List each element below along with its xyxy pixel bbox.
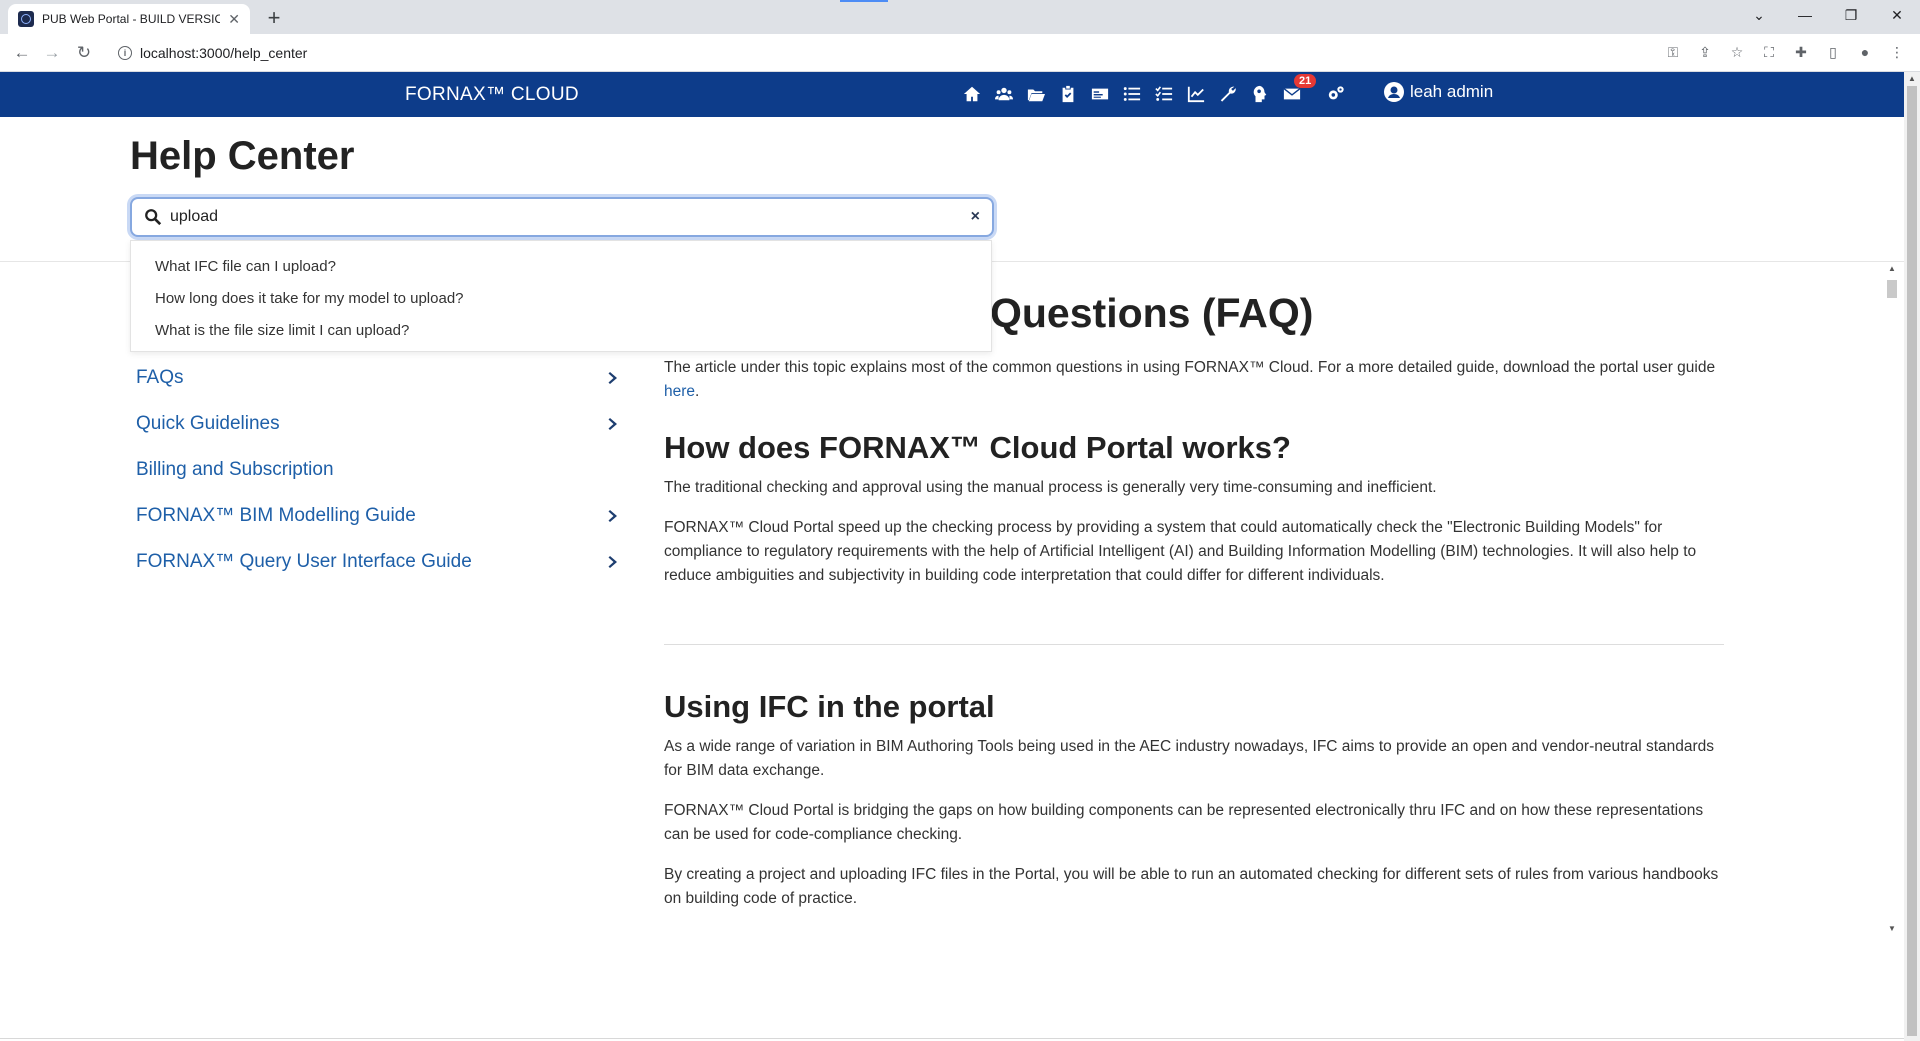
intro-end: . <box>695 383 700 400</box>
forward-icon[interactable]: → <box>40 41 64 65</box>
address-bar[interactable]: i localhost:3000/help_center <box>110 39 1690 67</box>
nav-item-label[interactable]: FORNAX™ Query User Interface Guide <box>136 551 472 573</box>
chevron-right-icon[interactable] <box>608 415 622 430</box>
clipboard-check-icon[interactable] <box>1052 80 1084 108</box>
section-paragraph: FORNAX™ Cloud Portal speed up the checki… <box>664 519 1697 584</box>
user-name[interactable]: leah admin <box>1410 82 1493 102</box>
reload-icon[interactable]: ↻ <box>72 41 96 65</box>
nav-item-label[interactable]: FORNAX™ BIM Modelling Guide <box>136 505 416 527</box>
new-tab-button[interactable]: + <box>260 4 288 32</box>
search-box[interactable]: × <box>130 197 994 237</box>
back-icon[interactable]: ← <box>10 41 34 65</box>
section-paragraph: By creating a project and uploading IFC … <box>664 866 1719 907</box>
id-card-icon[interactable] <box>1084 80 1116 108</box>
screenshot-icon[interactable]: ⛶ <box>1760 43 1778 61</box>
site-info-icon[interactable]: i <box>118 46 132 60</box>
wrench-icon[interactable] <box>1212 80 1244 108</box>
user-circle-icon <box>1384 82 1404 102</box>
settings-cogs-icon[interactable] <box>1320 80 1352 108</box>
tab-search-icon[interactable]: ⌄ <box>1736 0 1782 30</box>
user-guide-link[interactable]: here <box>664 383 695 400</box>
scroll-down-icon[interactable]: ▼ <box>1888 924 1896 933</box>
brand-title[interactable]: FORNAX™ CLOUD <box>405 84 579 106</box>
tab-title: PUB Web Portal - BUILD VERSION <box>42 12 220 26</box>
article-content: Questions (FAQ) The article under this t… <box>664 290 1724 911</box>
clear-search-icon[interactable]: × <box>971 208 980 226</box>
restore-icon[interactable]: ❐ <box>1828 0 1874 30</box>
notification-badge[interactable]: 21 <box>1294 74 1317 88</box>
chart-line-icon[interactable] <box>1180 80 1212 108</box>
user-menu[interactable]: leah admin <box>1384 82 1493 102</box>
nav-item-label[interactable]: FAQs <box>136 367 184 389</box>
section-paragraph: FORNAX™ Cloud Portal is bridging the gap… <box>664 802 1704 843</box>
close-window-icon[interactable]: ✕ <box>1874 0 1920 30</box>
search-icon <box>144 208 162 226</box>
suggestion-item[interactable]: How long does it take for my model to up… <box>131 282 991 314</box>
extensions-icon[interactable]: ✚ <box>1792 43 1810 61</box>
section-divider <box>664 644 1724 645</box>
nav-item-label[interactable]: Billing and Subscription <box>136 459 334 481</box>
browser-menu-icon[interactable]: ⋮ <box>1888 43 1906 61</box>
footer-divider <box>0 1038 1904 1039</box>
content-scrollbar[interactable]: ▲ ▼ <box>1886 264 1898 940</box>
side-panel-icon[interactable]: ▯ <box>1824 43 1842 61</box>
article-heading: Questions (FAQ) <box>990 290 1314 336</box>
chevron-right-icon[interactable] <box>608 507 622 522</box>
suggestion-item[interactable]: What IFC file can I upload? <box>131 250 991 282</box>
help-topics-nav: FAQs Quick Guidelines Billing and Subscr… <box>130 355 630 585</box>
nav-item-quick-guidelines[interactable]: Quick Guidelines <box>130 401 630 447</box>
page-scrollbar[interactable]: ▲ <box>1904 72 1920 1041</box>
tab-strip-accent <box>840 0 888 2</box>
chevron-right-icon[interactable] <box>608 553 622 568</box>
page-title: Help Center <box>130 134 355 178</box>
section-paragraph: The traditional checking and approval us… <box>664 479 1437 496</box>
nav-item-bim-modelling-guide[interactable]: FORNAX™ BIM Modelling Guide <box>130 493 630 539</box>
scroll-up-icon[interactable]: ▲ <box>1908 74 1916 83</box>
intro-paragraph: The article under this topic explains mo… <box>664 356 1724 404</box>
section-title: Using IFC in the portal <box>664 689 995 724</box>
browser-tab[interactable]: PUB Web Portal - BUILD VERSION ✕ <box>8 4 250 34</box>
search-input[interactable] <box>170 208 950 226</box>
page-scroll-thumb[interactable] <box>1907 86 1917 1036</box>
intro-text: The article under this topic explains mo… <box>664 359 1716 376</box>
users-icon[interactable] <box>988 80 1020 108</box>
section-paragraph: As a wide range of variation in BIM Auth… <box>664 738 1715 779</box>
app-header: FORNAX™ CLOUD 21 leah admin <box>0 72 1904 117</box>
section-title: How does FORNAX™ Cloud Portal works? <box>664 430 1291 465</box>
content-scroll-thumb[interactable] <box>1887 280 1897 298</box>
checklist-icon[interactable] <box>1148 80 1180 108</box>
tab-close-icon[interactable]: ✕ <box>228 11 240 28</box>
home-icon[interactable] <box>956 80 988 108</box>
app-favicon-icon <box>18 11 34 27</box>
folder-open-icon[interactable] <box>1020 80 1052 108</box>
list-icon[interactable] <box>1116 80 1148 108</box>
share-icon[interactable]: ⇪ <box>1696 43 1714 61</box>
nav-item-label[interactable]: Quick Guidelines <box>136 413 280 435</box>
nav-item-faqs[interactable]: FAQs <box>130 355 630 401</box>
search-suggestions: What IFC file can I upload? How long doe… <box>130 240 992 352</box>
toolbar-icons: ⚿ ⇪ ☆ ⛶ ✚ ▯ ● ⋮ <box>1664 43 1906 61</box>
url-text[interactable]: localhost:3000/help_center <box>140 45 307 61</box>
head-brain-icon[interactable] <box>1244 80 1276 108</box>
key-icon[interactable]: ⚿ <box>1664 43 1682 61</box>
browser-tab-bar: PUB Web Portal - BUILD VERSION ✕ + ⌄ — ❐… <box>0 0 1920 34</box>
profile-icon[interactable]: ● <box>1856 43 1874 61</box>
window-controls: ⌄ — ❐ ✕ <box>1736 0 1920 30</box>
nav-item-query-ui-guide[interactable]: FORNAX™ Query User Interface Guide <box>130 539 630 585</box>
chevron-right-icon[interactable] <box>608 369 622 384</box>
scroll-up-icon[interactable]: ▲ <box>1888 264 1896 273</box>
suggestion-item[interactable]: What is the file size limit I can upload… <box>131 314 991 346</box>
browser-toolbar: ← → ↻ i localhost:3000/help_center ⚿ ⇪ ☆… <box>0 34 1920 72</box>
header-nav: 21 <box>956 74 1352 108</box>
mail-icon[interactable]: 21 <box>1276 74 1317 108</box>
minimize-icon[interactable]: — <box>1782 0 1828 30</box>
nav-item-billing[interactable]: Billing and Subscription <box>130 447 630 493</box>
bookmark-star-icon[interactable]: ☆ <box>1728 43 1746 61</box>
